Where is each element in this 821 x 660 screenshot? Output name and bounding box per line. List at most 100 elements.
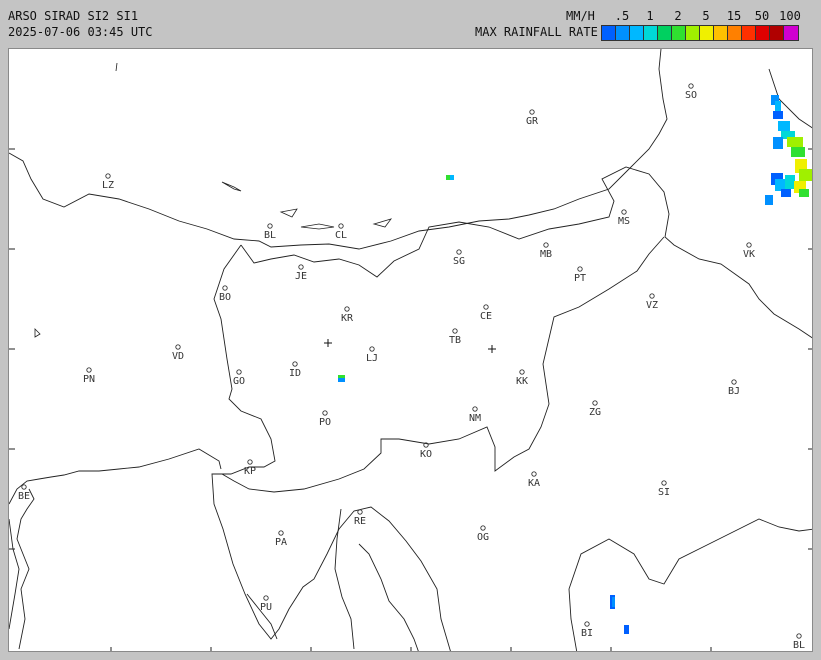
city-marker: MS	[618, 209, 630, 227]
city-marker: CE	[480, 304, 492, 322]
radar-site-marker	[324, 339, 332, 347]
lake	[34, 328, 41, 338]
city-dot	[452, 328, 458, 334]
city-dot	[472, 406, 478, 412]
city-label: PU	[260, 602, 272, 613]
lake	[372, 218, 393, 228]
radar-map[interactable]: SO GR LZ MS BL CL MB VK JE SG PT BO KR CE VZ TB VD LJ PN ID…	[8, 48, 813, 652]
city-marker: JE	[295, 264, 307, 282]
city-label: CE	[480, 311, 492, 322]
precip-echo	[773, 137, 783, 149]
city-label: KK	[516, 376, 528, 387]
city-label: ZG	[589, 407, 601, 418]
city-dot	[278, 530, 284, 536]
coastline	[358, 543, 419, 651]
city-marker: BJ	[728, 379, 740, 397]
border-line	[568, 588, 578, 651]
timestamp: 2025-07-06 03:45 UTC	[8, 25, 153, 39]
lakes	[34, 62, 393, 338]
city-dot	[344, 306, 350, 312]
city-marker: BO	[219, 285, 231, 303]
city-dot	[688, 83, 694, 89]
city-dot	[322, 410, 328, 416]
city-marker: SO	[685, 83, 697, 101]
radar-sites	[324, 339, 496, 353]
legend-colorbar	[601, 25, 799, 41]
legend-swatch	[602, 26, 616, 40]
legend-tick-label: 5	[702, 9, 710, 23]
city-label: NM	[469, 413, 481, 424]
lake	[221, 181, 242, 192]
city-marker: VD	[172, 344, 184, 362]
city-marker: PT	[574, 266, 586, 284]
city-label: BO	[219, 292, 231, 303]
city-label: LJ	[366, 353, 378, 364]
precip-echo	[778, 121, 790, 131]
city-dot	[621, 209, 627, 215]
legend-tick-label: 100	[779, 9, 801, 23]
precip-echo	[791, 147, 805, 157]
legend-swatch	[644, 26, 658, 40]
city-label: VZ	[646, 300, 658, 311]
legend-swatch	[616, 26, 630, 40]
city-dot	[298, 264, 304, 270]
city-dot	[592, 400, 598, 406]
legend-swatch	[714, 26, 728, 40]
city-dot	[175, 344, 181, 350]
city-label: SO	[685, 90, 697, 101]
city-label: BI	[581, 628, 593, 639]
city-dot	[661, 480, 667, 486]
legend-swatch	[784, 26, 798, 40]
city-marker: SI	[658, 480, 670, 498]
city-dot	[483, 304, 489, 310]
city-dot	[247, 459, 253, 465]
legend-swatch	[686, 26, 700, 40]
city-label: PO	[319, 417, 331, 428]
city-dot	[456, 249, 462, 255]
legend-swatch	[700, 26, 714, 40]
city-label: KP	[244, 466, 256, 477]
border-line	[9, 49, 668, 250]
city-dot	[731, 379, 737, 385]
city-marker: BL	[793, 633, 805, 651]
legend-swatch	[658, 26, 672, 40]
city-label: MB	[540, 249, 552, 260]
map-borders	[9, 49, 812, 651]
precip-echo	[787, 137, 803, 147]
precip-echoes	[338, 95, 812, 634]
frame-ticks	[9, 148, 812, 651]
city-dot	[529, 109, 535, 115]
city-marker: PN	[83, 367, 95, 385]
city-label: SG	[453, 256, 465, 267]
city-label: SI	[658, 487, 670, 498]
city-label: JE	[295, 271, 307, 282]
legend-swatch	[756, 26, 770, 40]
precip-echo	[612, 597, 615, 607]
city-label: CL	[335, 230, 347, 241]
city-dot	[21, 484, 27, 490]
city-label: LZ	[102, 180, 114, 191]
city-marker: BE	[18, 484, 30, 502]
units-label: MM/H	[566, 9, 595, 23]
city-marker: RE	[354, 509, 366, 527]
city-marker: GR	[526, 109, 539, 127]
city-dot	[584, 621, 590, 627]
city-label: VD	[172, 351, 184, 362]
precip-echo	[624, 625, 629, 634]
city-dot	[338, 223, 344, 229]
city-dot	[236, 369, 242, 375]
city-label: PN	[83, 374, 95, 385]
legend-title: MAX RAINFALL RATE	[475, 25, 598, 39]
precip-echo	[338, 378, 345, 382]
city-dot	[480, 525, 486, 531]
city-marker: VZ	[646, 293, 658, 311]
city-dot	[746, 242, 752, 248]
city-marker: LZ	[102, 173, 114, 191]
city-label: PA	[275, 537, 287, 548]
legend-swatch	[742, 26, 756, 40]
legend-swatch	[672, 26, 686, 40]
city-label: GR	[526, 116, 539, 127]
city-dot	[531, 471, 537, 477]
city-marker: PU	[260, 595, 272, 613]
lake	[115, 62, 118, 72]
